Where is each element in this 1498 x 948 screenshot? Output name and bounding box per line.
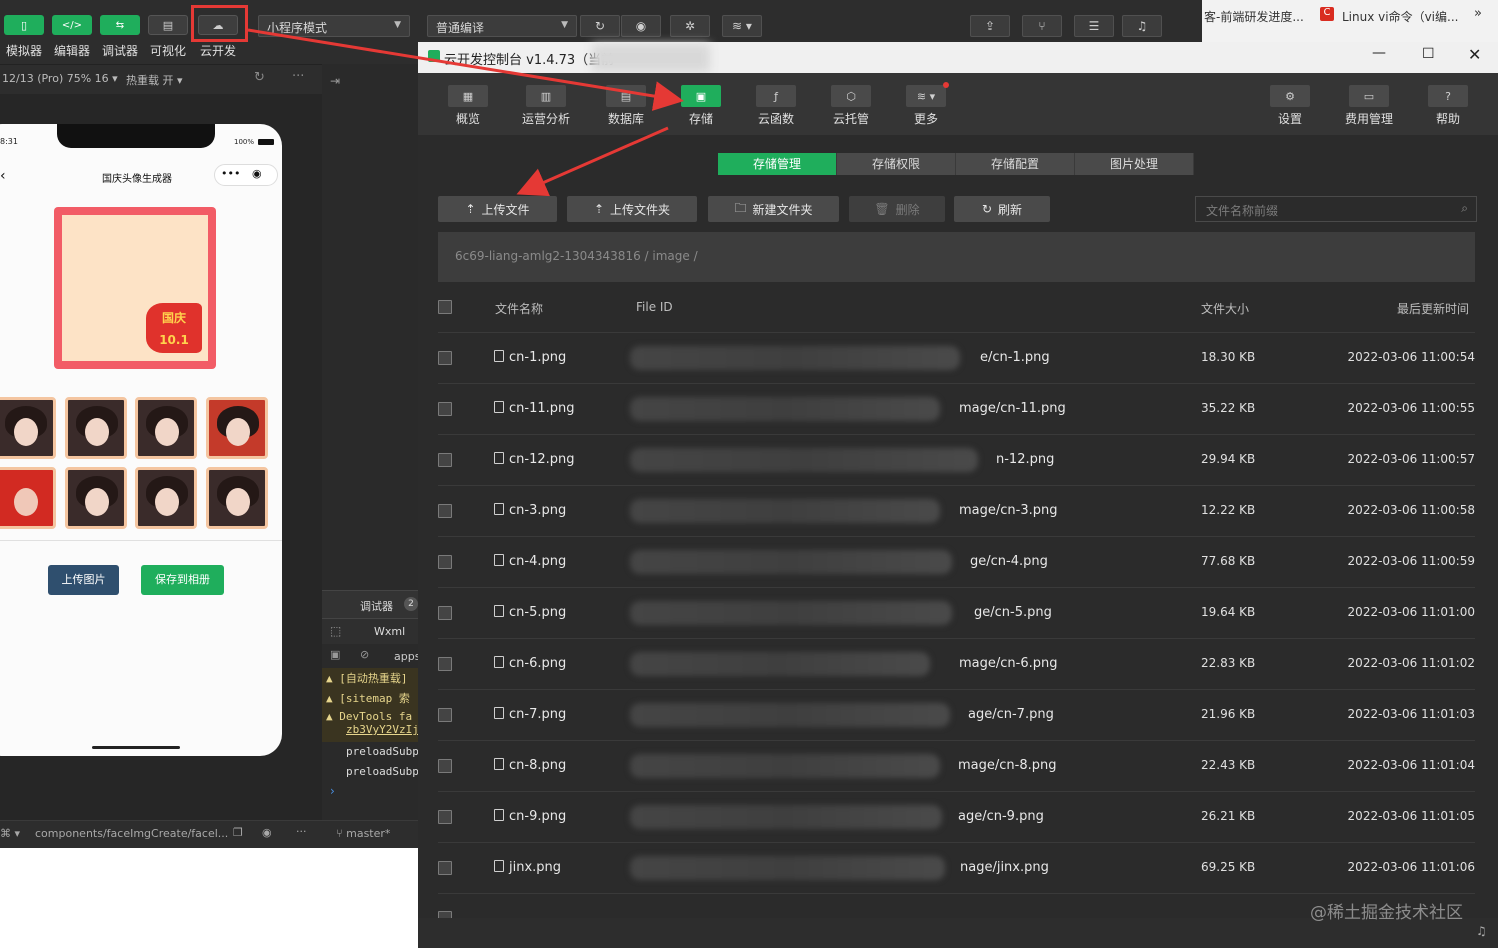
annotation-arrow (247, 28, 684, 111)
annotation-arrow (516, 126, 669, 197)
annotation-arrows (247, 28, 684, 197)
